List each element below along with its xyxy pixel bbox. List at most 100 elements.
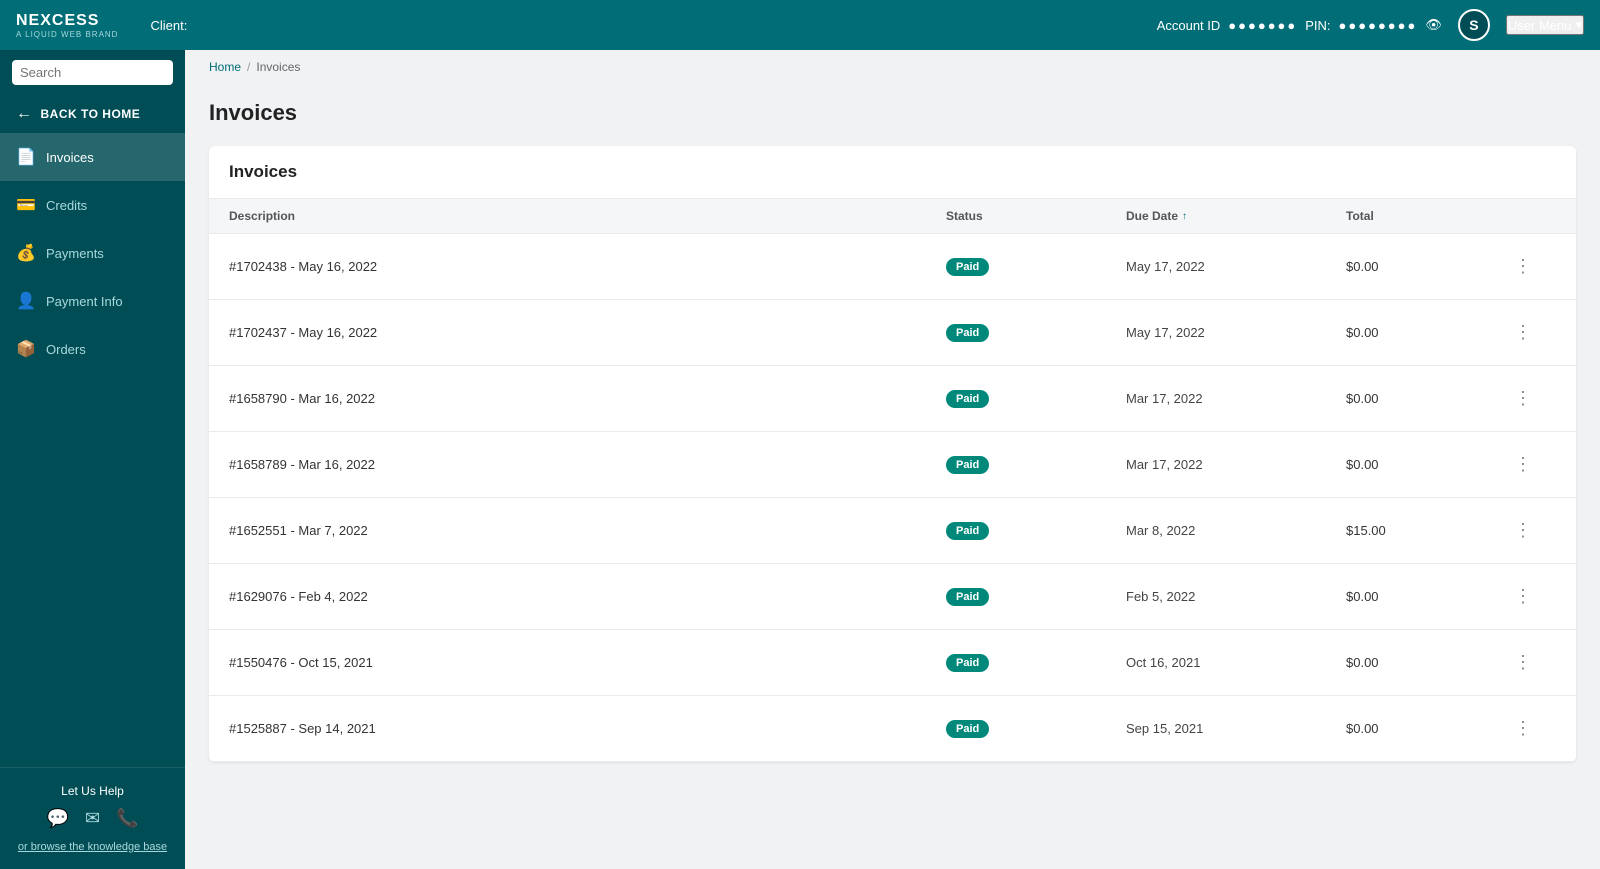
invoice-description: #1702437 - May 16, 2022 xyxy=(229,325,946,340)
breadcrumb-current: Invoices xyxy=(256,60,300,74)
sidebar-item-invoices[interactable]: 📄 Invoices xyxy=(0,133,185,181)
invoice-total: $15.00 xyxy=(1346,523,1506,538)
invoice-actions: ⋮ xyxy=(1506,384,1556,413)
header-total: Total xyxy=(1346,209,1506,223)
help-icons: 💬 ✉ 📞 xyxy=(16,808,169,829)
search-input[interactable] xyxy=(20,65,196,80)
invoice-total: $0.00 xyxy=(1346,457,1506,472)
invoice-due-date: Sep 15, 2021 xyxy=(1126,721,1346,736)
back-to-home-button[interactable]: ← BACK TO HOME xyxy=(0,95,185,133)
status-badge: Paid xyxy=(946,324,989,342)
invoice-total: $0.00 xyxy=(1346,391,1506,406)
status-badge: Paid xyxy=(946,456,989,474)
invoice-description: #1658790 - Mar 16, 2022 xyxy=(229,391,946,406)
invoice-actions: ⋮ xyxy=(1506,714,1556,743)
sidebar-item-label: Payments xyxy=(46,246,104,261)
layout: 🔍 ← BACK TO HOME 📄 Invoices 💳 Credits 💰 … xyxy=(0,50,1600,869)
more-options-button[interactable]: ⋮ xyxy=(1506,582,1540,611)
more-options-button[interactable]: ⋮ xyxy=(1506,714,1540,743)
invoice-status: Paid xyxy=(946,588,1126,606)
user-menu-button[interactable]: User Menu ▾ xyxy=(1506,15,1584,35)
invoice-total: $0.00 xyxy=(1346,721,1506,736)
sidebar-item-label: Invoices xyxy=(46,150,94,165)
invoice-due-date: Mar 8, 2022 xyxy=(1126,523,1346,538)
account-id-dots: ●●●●●●● xyxy=(1228,18,1297,33)
pin-label: PIN: xyxy=(1305,18,1330,33)
invoice-status: Paid xyxy=(946,522,1126,540)
invoice-description: #1652551 - Mar 7, 2022 xyxy=(229,523,946,538)
status-badge: Paid xyxy=(946,654,989,672)
invoice-actions: ⋮ xyxy=(1506,318,1556,347)
invoice-description: #1702438 - May 16, 2022 xyxy=(229,259,946,274)
credit-icon: 💳 xyxy=(16,195,36,215)
logo: NEXCESS A LIQUID WEB BRAND xyxy=(16,12,118,39)
sidebar-item-credits[interactable]: 💳 Credits xyxy=(0,181,185,229)
table-row: #1702438 - May 16, 2022 Paid May 17, 202… xyxy=(209,234,1576,300)
card-header: Invoices xyxy=(209,146,1576,199)
header-due-date[interactable]: Due Date ↑ xyxy=(1126,209,1346,223)
page-header: Invoices xyxy=(185,84,1600,146)
more-options-button[interactable]: ⋮ xyxy=(1506,516,1540,545)
invoice-actions: ⋮ xyxy=(1506,516,1556,545)
user-icon: 👤 xyxy=(16,291,36,311)
toggle-visibility-icon[interactable]: 👁 xyxy=(1425,17,1442,33)
invoice-actions: ⋮ xyxy=(1506,450,1556,479)
knowledge-base-link[interactable]: or browse the knowledge base xyxy=(18,841,167,853)
invoice-status: Paid xyxy=(946,324,1126,342)
payments-icon: 💰 xyxy=(16,243,36,263)
client-label: Client: xyxy=(150,18,187,33)
help-section: Let Us Help 💬 ✉ 📞 or browse the knowledg… xyxy=(0,767,185,869)
phone-icon[interactable]: 📞 xyxy=(116,808,138,829)
invoice-status: Paid xyxy=(946,390,1126,408)
invoice-status: Paid xyxy=(946,654,1126,672)
invoice-total: $0.00 xyxy=(1346,655,1506,670)
table-row: #1629076 - Feb 4, 2022 Paid Feb 5, 2022 … xyxy=(209,564,1576,630)
invoice-description: #1629076 - Feb 4, 2022 xyxy=(229,589,946,604)
pin-dots: ●●●●●●●● xyxy=(1339,18,1418,33)
file-icon: 📄 xyxy=(16,147,36,167)
invoice-description: #1525887 - Sep 14, 2021 xyxy=(229,721,946,736)
help-title: Let Us Help xyxy=(16,784,169,798)
invoice-description: #1550476 - Oct 15, 2021 xyxy=(229,655,946,670)
logo-brand: NEXCESS xyxy=(16,12,118,30)
invoice-due-date: Mar 17, 2022 xyxy=(1126,457,1346,472)
invoice-due-date: Feb 5, 2022 xyxy=(1126,589,1346,604)
invoice-description: #1658789 - Mar 16, 2022 xyxy=(229,457,946,472)
table-row: #1652551 - Mar 7, 2022 Paid Mar 8, 2022 … xyxy=(209,498,1576,564)
table-row: #1702437 - May 16, 2022 Paid May 17, 202… xyxy=(209,300,1576,366)
sidebar-item-payments[interactable]: 💰 Payments xyxy=(0,229,185,277)
invoice-total: $0.00 xyxy=(1346,589,1506,604)
back-label: BACK TO HOME xyxy=(41,107,141,121)
more-options-button[interactable]: ⋮ xyxy=(1506,318,1540,347)
invoice-table-body: #1702438 - May 16, 2022 Paid May 17, 202… xyxy=(209,234,1576,762)
sidebar-item-orders[interactable]: 📦 Orders xyxy=(0,325,185,373)
invoice-total: $0.00 xyxy=(1346,325,1506,340)
header-status: Status xyxy=(946,209,1126,223)
invoice-status: Paid xyxy=(946,258,1126,276)
invoice-actions: ⋮ xyxy=(1506,582,1556,611)
invoice-status: Paid xyxy=(946,456,1126,474)
sidebar-item-payment-info[interactable]: 👤 Payment Info xyxy=(0,277,185,325)
top-nav: NEXCESS A LIQUID WEB BRAND Client: Accou… xyxy=(0,0,1600,50)
chat-icon[interactable]: 💬 xyxy=(47,808,69,829)
orders-icon: 📦 xyxy=(16,339,36,359)
more-options-button[interactable]: ⋮ xyxy=(1506,252,1540,281)
invoice-due-date: May 17, 2022 xyxy=(1126,325,1346,340)
email-icon[interactable]: ✉ xyxy=(85,808,100,829)
invoice-due-date: May 17, 2022 xyxy=(1126,259,1346,274)
breadcrumb-home[interactable]: Home xyxy=(209,60,241,74)
invoice-total: $0.00 xyxy=(1346,259,1506,274)
main-content: Home / Invoices Invoices Invoices Descri… xyxy=(185,50,1600,869)
sidebar-item-label: Orders xyxy=(46,342,86,357)
invoice-due-date: Mar 17, 2022 xyxy=(1126,391,1346,406)
search-box[interactable]: 🔍 xyxy=(12,60,173,85)
invoice-due-date: Oct 16, 2021 xyxy=(1126,655,1346,670)
status-badge: Paid xyxy=(946,522,989,540)
account-id-label: Account ID xyxy=(1157,18,1221,33)
topnav-left: NEXCESS A LIQUID WEB BRAND Client: xyxy=(16,12,187,39)
more-options-button[interactable]: ⋮ xyxy=(1506,450,1540,479)
invoices-card: Invoices Description Status Due Date ↑ T… xyxy=(209,146,1576,762)
more-options-button[interactable]: ⋮ xyxy=(1506,648,1540,677)
search-container: 🔍 xyxy=(0,50,185,95)
more-options-button[interactable]: ⋮ xyxy=(1506,384,1540,413)
